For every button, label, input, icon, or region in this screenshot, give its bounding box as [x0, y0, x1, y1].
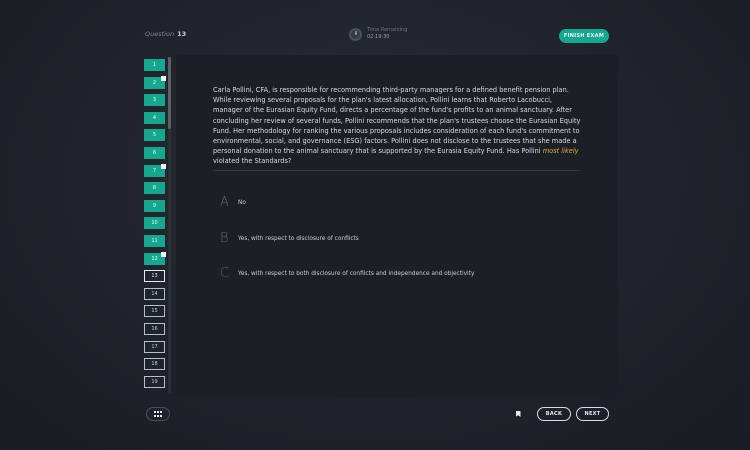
navigator-item-label: 6	[152, 150, 157, 156]
navigator-item-label: 19	[151, 378, 158, 385]
navigator-item-label: 15	[151, 308, 158, 315]
navigator-item-label: 2	[152, 79, 157, 86]
navigator-item-8[interactable]: 8	[144, 182, 165, 195]
navigator-item-6[interactable]: 6	[144, 147, 165, 159]
navigator-item-label: 5	[152, 132, 157, 139]
navigator-item-3[interactable]: 3	[144, 94, 165, 107]
navigator-item-label: 14	[151, 290, 158, 297]
navigator-item-17[interactable]: 17	[144, 340, 165, 353]
navigator-item-18[interactable]: 18	[144, 358, 165, 371]
option-text: Yes, with respect to both disclosure of …	[238, 270, 475, 277]
navigator-item-9[interactable]: 9	[144, 199, 165, 212]
navigator-item-label: 4	[152, 114, 157, 121]
navigator-item-12[interactable]: 12	[144, 251, 166, 265]
timer-value: 02:19:30	[367, 34, 390, 40]
scrollbar-thumb[interactable]	[168, 57, 171, 129]
navigator-item-16[interactable]: 16	[144, 323, 165, 335]
stem-emphasis: most likely	[542, 147, 579, 156]
option-letter: B	[220, 231, 229, 246]
option-letter: C	[220, 266, 230, 281]
answer-option-b[interactable]: B Yes, with respect to disclosure of con…	[220, 231, 359, 246]
navigator-item-14[interactable]: 14	[144, 287, 165, 300]
next-button[interactable]: NEXT	[576, 407, 609, 421]
navigator-item-label: 16	[151, 326, 158, 332]
clock-icon	[349, 27, 362, 41]
navigator-item-label: 11	[151, 238, 158, 244]
flag-icon	[161, 163, 166, 169]
option-text: Yes, with respect to disclosure of confl…	[238, 235, 359, 242]
navigator-item-4[interactable]: 4	[144, 111, 165, 124]
question-counter-label: Question	[145, 30, 175, 38]
answer-option-c[interactable]: C Yes, with respect to both disclosure o…	[220, 266, 474, 281]
navigator-item-11[interactable]: 11	[144, 235, 165, 247]
finish-exam-button[interactable]: FINISH EXAM	[559, 29, 609, 43]
answer-option-a[interactable]: A No	[220, 195, 246, 210]
navigator-item-1[interactable]: 1	[144, 59, 165, 71]
navigator-item-label: 7	[152, 167, 157, 174]
navigator-scrollbar[interactable]	[168, 57, 171, 393]
exam-header: Question 13 Time Remaining 02:19:30 FINIS…	[0, 0, 750, 52]
bookmark-icon	[515, 411, 521, 417]
navigator-item-7[interactable]: 7	[144, 163, 166, 177]
navigator-item-15[interactable]: 15	[144, 305, 165, 318]
grid-icon	[153, 411, 163, 417]
option-letter: A	[220, 195, 229, 210]
navigator-item-5[interactable]: 5	[144, 129, 165, 142]
question-counter-number: 13	[177, 30, 187, 38]
navigator-item-label: 10	[151, 220, 158, 227]
navigator-item-label: 18	[151, 361, 158, 368]
question-grid-button[interactable]	[146, 407, 170, 421]
navigator-item-10[interactable]: 10	[144, 217, 165, 230]
stem-text-end: violated the Standards?	[213, 157, 292, 166]
timer-label: Time Remaining	[367, 27, 408, 33]
navigator-item-19[interactable]: 19	[144, 375, 165, 388]
navigator-item-label: 9	[152, 202, 157, 209]
navigator-item-label: 13	[151, 273, 158, 280]
navigator-item-label: 17	[151, 343, 158, 350]
navigator-item-label: 8	[152, 185, 157, 192]
stem-text: Carla Pollini, CFA, is responsible for r…	[213, 86, 581, 156]
flag-icon	[161, 251, 166, 257]
timer: Time Remaining 02:19:30	[349, 27, 407, 41]
question-stem: Carla Pollini, CFA, is responsible for r…	[213, 85, 583, 167]
flag-question-button[interactable]	[512, 408, 524, 420]
navigator-item-2[interactable]: 2	[144, 75, 166, 89]
stem-divider	[213, 170, 580, 171]
flag-icon	[161, 75, 166, 81]
option-text: No	[238, 199, 246, 206]
navigator-item-13[interactable]: 13	[144, 270, 165, 283]
navigator-item-label: 12	[151, 255, 158, 262]
back-button[interactable]: BACK	[537, 407, 571, 421]
question-counter: Question 13	[145, 30, 186, 38]
navigator-item-label: 3	[152, 97, 157, 104]
navigator-item-label: 1	[152, 62, 157, 68]
